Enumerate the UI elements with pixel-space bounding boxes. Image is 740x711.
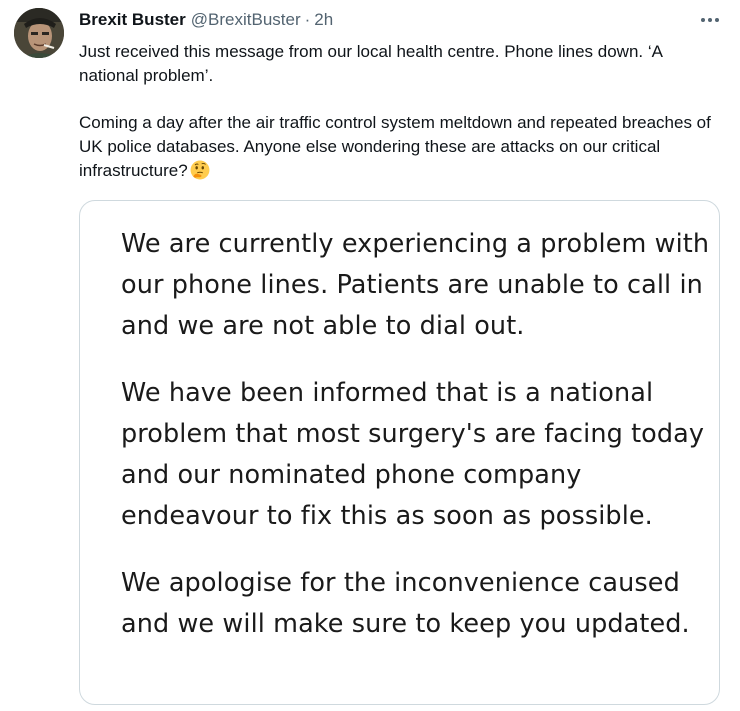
avatar-image bbox=[14, 8, 64, 58]
notice-paragraph: We have been informed that is a national… bbox=[121, 378, 705, 531]
tweet-paragraph: Coming a day after the air traffic contr… bbox=[79, 111, 719, 187]
tweet-paragraph-text: Coming a day after the air traffic contr… bbox=[79, 113, 711, 180]
notice-paragraph: We are currently experiencing a problem … bbox=[121, 229, 710, 341]
tweet-paragraph: Just received this message from our loca… bbox=[79, 42, 663, 85]
notice-text: We are currently experiencing a problem … bbox=[121, 224, 711, 645]
more-horizontal-icon bbox=[701, 18, 719, 22]
separator-dot: · bbox=[304, 10, 311, 29]
tweet-header: Brexit Buster @BrexitBuster · 2h bbox=[79, 9, 333, 31]
display-name[interactable]: Brexit Buster bbox=[79, 9, 186, 31]
more-options-button[interactable] bbox=[693, 8, 727, 32]
timestamp[interactable]: 2h bbox=[314, 9, 333, 31]
user-handle[interactable]: @BrexitBuster bbox=[191, 9, 301, 31]
thinking-face-emoji bbox=[190, 160, 210, 187]
tweet-text: Just received this message from our loca… bbox=[79, 40, 719, 187]
tweet[interactable]: Brexit Buster @BrexitBuster · 2h Just re… bbox=[0, 0, 740, 711]
avatar[interactable] bbox=[14, 8, 64, 58]
notice-paragraph: We apologise for the inconvenience cause… bbox=[121, 568, 690, 639]
media-image[interactable]: We are currently experiencing a problem … bbox=[79, 200, 720, 705]
